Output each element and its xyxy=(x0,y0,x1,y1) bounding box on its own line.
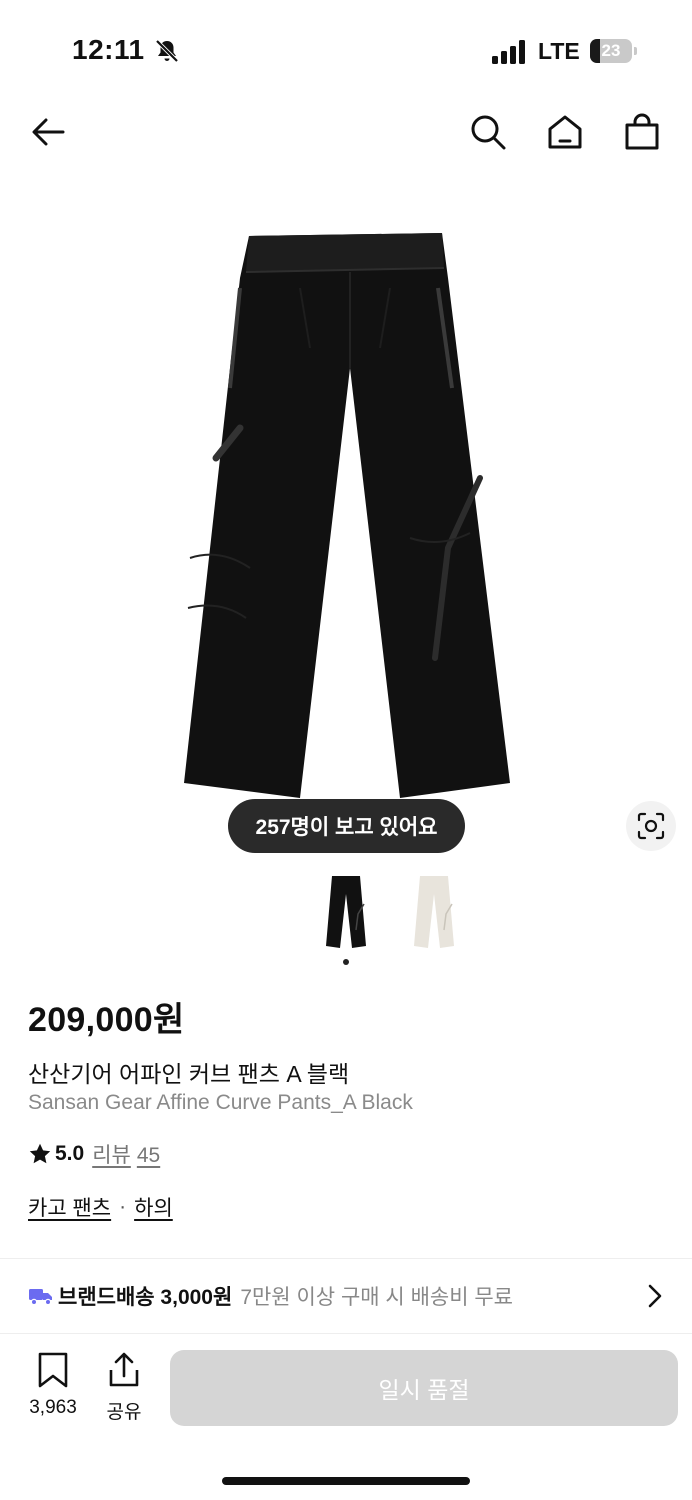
shopping-bag-icon xyxy=(625,113,659,150)
viewers-badge: 257명이 보고 있어요 xyxy=(228,799,465,853)
bell-slash-icon xyxy=(155,39,179,63)
category-link-bottoms[interactable]: 하의 xyxy=(134,1192,173,1222)
battery-level: 23 xyxy=(601,41,621,60)
sold-out-button[interactable]: 일시 품절 xyxy=(170,1350,678,1426)
share-button[interactable]: 공유 xyxy=(96,1352,152,1423)
divider xyxy=(0,1258,692,1259)
shipping-title: 브랜드배송 3,000원 xyxy=(58,1286,233,1309)
review-label: 리뷰 xyxy=(92,1144,131,1167)
back-button[interactable] xyxy=(26,110,70,154)
network-type: LTE xyxy=(538,38,580,64)
review-link[interactable]: 리뷰 45 xyxy=(92,1139,160,1169)
cart-button[interactable] xyxy=(620,110,664,154)
bookmark-count: 3,963 xyxy=(29,1397,77,1418)
rating-row: 5.0 리뷰 45 xyxy=(28,1139,160,1169)
bottom-action-bar: 3,963 공유 일시 품절 xyxy=(0,1333,692,1500)
shipping-info-row[interactable]: 브랜드배송 3,000원 7만원 이상 구매 시 배송비 무료 xyxy=(0,1262,692,1330)
back-arrow-icon xyxy=(32,118,65,146)
star-icon xyxy=(29,1143,51,1164)
product-price: 209,000원 xyxy=(28,1001,185,1039)
signal-icon xyxy=(492,40,525,64)
rating-value: 5.0 xyxy=(55,1142,85,1165)
battery-nub xyxy=(634,47,637,55)
home-indicator xyxy=(222,1477,470,1485)
ivory-pants-thumbnail[interactable] xyxy=(410,874,458,950)
category-link-cargo-pants[interactable]: 카고 팬츠 xyxy=(28,1192,111,1222)
status-time: 12:11 xyxy=(72,34,145,65)
category-breadcrumb: 카고 팬츠 · 하의 xyxy=(28,1192,173,1222)
chevron-right-icon xyxy=(648,1284,662,1308)
shipping-description: 7만원 이상 구매 시 배송비 무료 xyxy=(240,1286,514,1309)
home-button[interactable] xyxy=(543,110,587,154)
share-icon xyxy=(109,1352,139,1387)
black-cargo-pants-image[interactable] xyxy=(180,228,514,798)
lens-icon xyxy=(637,812,665,840)
battery-icon: 23 xyxy=(590,39,632,63)
category-separator: · xyxy=(119,1195,127,1218)
review-count: 45 xyxy=(136,1144,161,1167)
search-icon xyxy=(471,115,506,150)
share-label: 공유 xyxy=(106,1402,142,1423)
product-name-ko: 산산기어 어파인 커브 팬츠 A 블랙 xyxy=(28,1061,350,1087)
black-pants-thumbnail[interactable] xyxy=(322,874,370,950)
carousel-indicator xyxy=(343,959,349,965)
bookmark-icon xyxy=(38,1352,68,1388)
bookmark-button[interactable]: 3,963 xyxy=(22,1352,84,1422)
truck-icon xyxy=(29,1289,52,1306)
product-name-en: Sansan Gear Affine Curve Pants_A Black xyxy=(28,1091,413,1114)
status-bar: 12:11 LTE 23 xyxy=(0,0,692,100)
search-button[interactable] xyxy=(466,110,510,154)
visual-search-button[interactable] xyxy=(626,801,676,851)
home-icon xyxy=(548,115,582,149)
